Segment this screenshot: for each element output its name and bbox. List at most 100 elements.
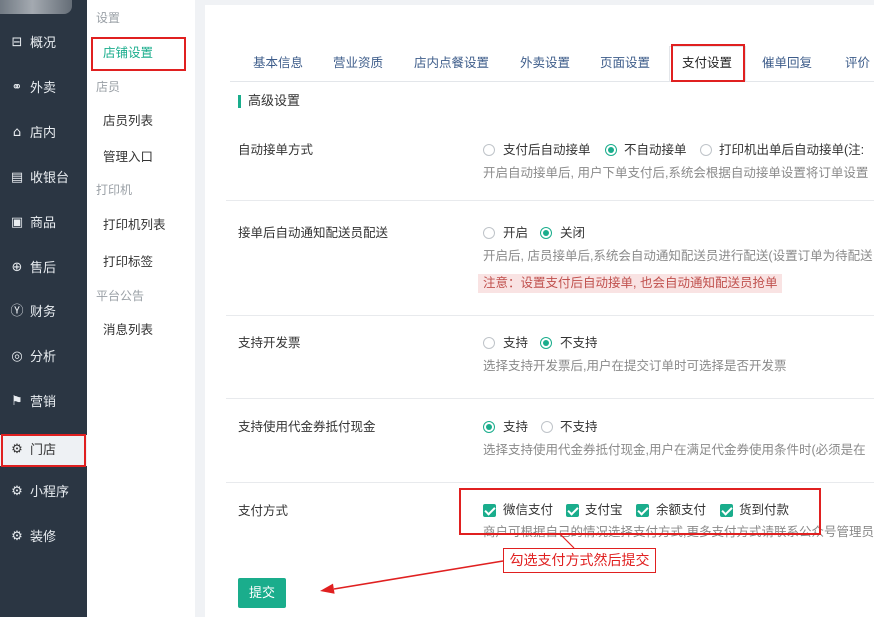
sidebar-item-label: 装修: [30, 529, 57, 544]
sidebar-item-after-sales[interactable]: 售后: [0, 253, 87, 283]
sidebar-item-label: 财务: [30, 304, 57, 319]
warning-note: 注意：设置支付后自动接单, 也会自动通知配送员抢单: [478, 274, 783, 293]
sidebar-item-marketing[interactable]: 营销: [0, 387, 87, 417]
gear-icon: [8, 435, 26, 465]
auto-accept-after-pay-radio[interactable]: [483, 144, 495, 156]
radio-label: 不自动接单: [624, 143, 687, 157]
section-title: 高级设置: [248, 93, 301, 108]
invoice-label: 支持开发票: [238, 336, 301, 350]
auto-accept-after-print-radio[interactable]: [700, 144, 712, 156]
tab-page-settings[interactable]: 页面设置: [600, 54, 650, 72]
subnav-group-title: 设置: [96, 11, 121, 25]
sidebar-item-label: 售后: [30, 260, 57, 275]
sidebar-item-label: 概况: [30, 35, 57, 50]
subnav-item-printer-list[interactable]: 打印机列表: [103, 216, 166, 234]
notify-courier-on-radio[interactable]: [483, 227, 495, 239]
notify-courier-off-radio[interactable]: [540, 227, 552, 239]
voucher-label: 支持使用代金券抵付现金: [238, 420, 376, 434]
checkbox-label: 支付宝: [585, 503, 623, 517]
invoice-not-support-radio[interactable]: [540, 337, 552, 349]
annotation-callout: 勾选支付方式然后提交: [503, 548, 656, 573]
tab-payment-settings[interactable]: 支付设置: [682, 54, 732, 72]
finance-icon: [8, 297, 26, 327]
row-divider: [226, 482, 874, 483]
no-auto-accept-radio[interactable]: [605, 144, 617, 156]
payment-methods-label: 支付方式: [238, 504, 289, 518]
logo: [0, 0, 72, 14]
tab-bar-divider: [230, 81, 874, 82]
tab-dine-in-settings[interactable]: 店内点餐设置: [414, 54, 489, 72]
tab-reminder-reply[interactable]: 催单回复: [762, 54, 812, 72]
store-icon: [8, 118, 26, 148]
sidebar-item-cashier[interactable]: 收银台: [0, 163, 87, 193]
checkbox-label: 微信支付: [503, 503, 554, 517]
sidebar-item-finance[interactable]: 财务: [0, 297, 87, 327]
sidebar-item-delivery[interactable]: 外卖: [0, 73, 87, 103]
analysis-icon: [8, 342, 26, 372]
gear-icon: [8, 522, 26, 552]
sidebar-item-label: 收银台: [30, 170, 70, 185]
sidebar-item-goods[interactable]: 商品: [0, 208, 87, 238]
overview-icon: [8, 28, 26, 58]
radio-label: 打印机出单后自动接单(注:: [719, 143, 865, 157]
radio-label: 关闭: [560, 226, 586, 240]
delivery-icon: [8, 73, 26, 103]
wechat-pay-checkbox[interactable]: [483, 504, 496, 517]
goods-icon: [8, 208, 26, 238]
cash-on-delivery-checkbox[interactable]: [720, 504, 733, 517]
gear-icon: [8, 477, 26, 507]
auto-accept-description: 开启自动接单后, 用户下单支付后,系统会根据自动接单设置将订单设置: [483, 166, 869, 180]
alipay-checkbox[interactable]: [566, 504, 579, 517]
after-sales-icon: [8, 253, 26, 283]
checkbox-label: 货到付款: [739, 503, 790, 517]
invoice-description: 选择支持开发票后,用户在提交订单时可选择是否开发票: [483, 359, 787, 373]
tab-delivery-settings[interactable]: 外卖设置: [520, 54, 570, 72]
main-sidebar: 概况 外卖 店内 收银台 商品 售后 财务 分析 营销 门店 小程序: [0, 0, 87, 617]
cashier-icon: [8, 163, 26, 193]
sidebar-item-label: 门店: [30, 442, 57, 457]
voucher-not-support-radio[interactable]: [541, 421, 553, 433]
subnav-item-shop-settings[interactable]: 店铺设置: [103, 44, 153, 62]
subnav-item-print-labels[interactable]: 打印标签: [103, 253, 153, 271]
radio-label: 支付后自动接单: [503, 143, 591, 157]
subnav-item-message-list[interactable]: 消息列表: [103, 321, 153, 339]
sidebar-item-analysis[interactable]: 分析: [0, 342, 87, 372]
row-divider: [226, 398, 874, 399]
auto-accept-label: 自动接单方式: [238, 143, 314, 157]
sidebar-item-label: 营销: [30, 394, 57, 409]
marketing-icon: [8, 387, 26, 417]
invoice-support-radio[interactable]: [483, 337, 495, 349]
balance-pay-checkbox[interactable]: [636, 504, 649, 517]
subnav-group-title: 店员: [96, 80, 121, 94]
sidebar-item-overview[interactable]: 概况: [0, 28, 87, 58]
tab-reviews[interactable]: 评价: [845, 54, 870, 72]
subnav-item-admin-entry[interactable]: 管理入口: [103, 148, 153, 166]
radio-label: 不支持: [560, 420, 598, 434]
sidebar-item-store[interactable]: 门店: [0, 435, 87, 466]
voucher-support-radio[interactable]: [483, 421, 495, 433]
checkbox-label: 余额支付: [656, 503, 707, 517]
notify-courier-description: 开启后, 店员接单后,系统会自动通知配送员进行配送(设置订单为待配送: [483, 249, 873, 263]
radio-label: 开启: [503, 226, 529, 240]
voucher-description: 选择支持使用代金券抵付现金,用户在满足代金券使用条件时(必须是在: [483, 443, 866, 457]
radio-label: 不支持: [560, 336, 598, 350]
tab-business-license[interactable]: 营业资质: [333, 54, 383, 72]
sidebar-item-mini-program[interactable]: 小程序: [0, 477, 87, 507]
radio-label: 支持: [503, 336, 529, 350]
sidebar-item-label: 分析: [30, 349, 57, 364]
radio-label: 支持: [503, 420, 529, 434]
secondary-nav: 设置 店铺设置 店员 店员列表 管理入口 打印机 打印机列表 打印标签 平台公告…: [87, 0, 195, 617]
row-divider: [226, 200, 874, 201]
subnav-group-title: 平台公告: [96, 289, 145, 303]
sidebar-item-dine-in[interactable]: 店内: [0, 118, 87, 148]
sidebar-item-decoration[interactable]: 装修: [0, 522, 87, 552]
submit-button[interactable]: 提交: [238, 578, 286, 608]
subnav-item-staff-list[interactable]: 店员列表: [103, 112, 153, 130]
row-divider: [226, 315, 874, 316]
sidebar-item-label: 小程序: [30, 484, 70, 499]
subnav-group-title: 打印机: [96, 183, 133, 197]
tab-basic-info[interactable]: 基本信息: [253, 54, 303, 72]
section-accent-bar: [238, 95, 241, 108]
sidebar-item-label: 外卖: [30, 80, 57, 95]
payment-methods-description: 商户可根据自己的情况选择支付方式,更多支付方式请联系公众号管理员: [483, 525, 874, 539]
